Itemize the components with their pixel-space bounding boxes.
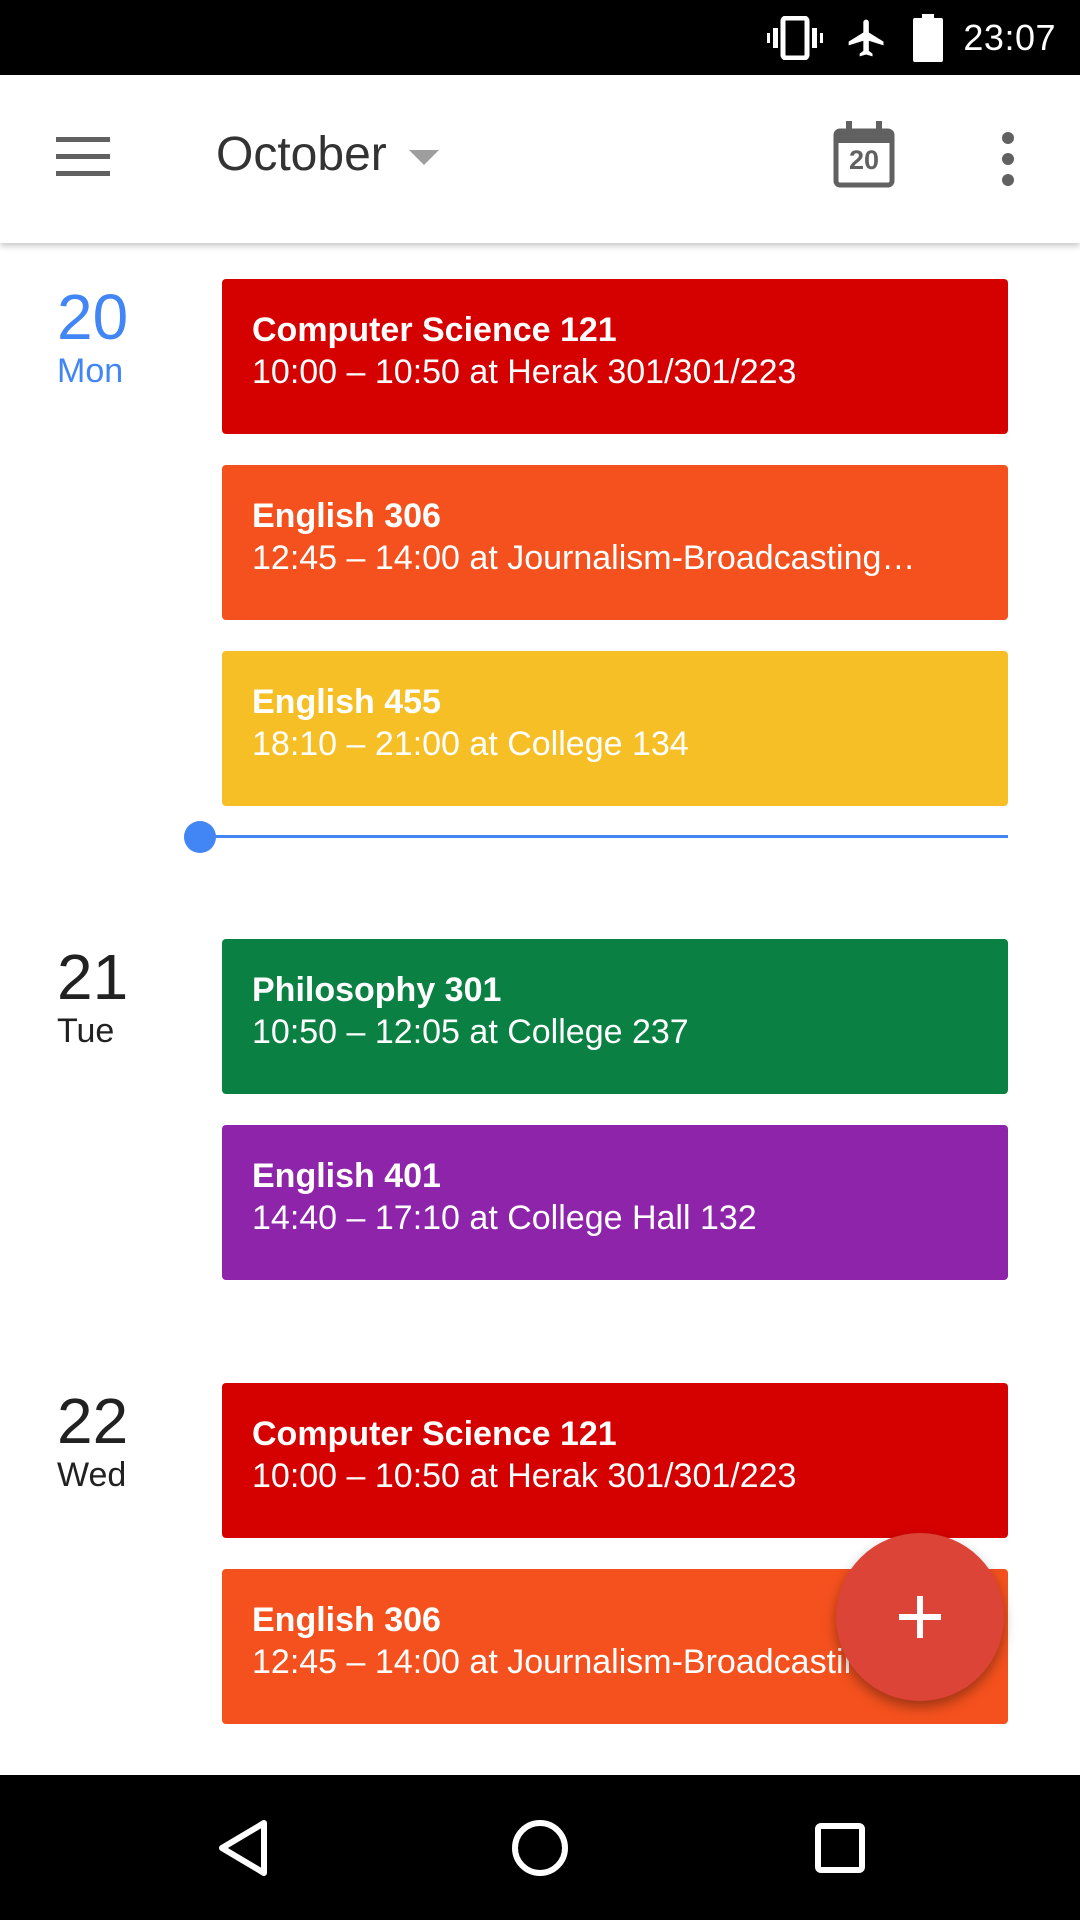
day-name: Tue [57,1012,115,1050]
event-title: English 401 [252,1157,441,1195]
menu-icon[interactable] [50,135,118,183]
dropdown-caret-icon [408,150,439,165]
event-title: English 455 [252,683,441,721]
event-card[interactable]: English 306 12:45 – 14:00 at Journalism-… [222,465,1008,620]
day-header: 21 Tue [57,945,128,1051]
event-detail: 10:00 – 10:50 at Herak 301/301/223 [252,353,797,391]
day-name: Mon [57,352,124,390]
event-card[interactable]: English 401 14:40 – 17:10 at College Hal… [222,1125,1008,1280]
day-number: 20 [57,281,129,353]
today-button[interactable]: 20 [832,121,896,189]
airplane-mode-icon [845,15,889,61]
event-detail: 18:10 – 21:00 at College 134 [252,725,689,763]
day-name: Wed [57,1456,127,1494]
battery-icon [913,13,944,62]
app-bar: October 20 [0,75,1080,243]
current-time-dot [184,821,216,853]
event-card[interactable]: English 455 18:10 – 21:00 at College 134 [222,651,1008,806]
home-button[interactable] [470,1775,610,1920]
status-time: 23:07 [963,16,1056,58]
event-detail: 10:50 – 12:05 at College 237 [252,1013,689,1051]
event-title: Computer Science 121 [252,1415,617,1453]
status-bar: 23:07 [0,0,1080,75]
event-title: English 306 [252,497,441,535]
event-detail: 10:00 – 10:50 at Herak 301/301/223 [252,1457,797,1495]
more-vert-icon[interactable] [990,132,1026,186]
event-detail: 14:40 – 17:10 at College Hall 132 [252,1199,757,1237]
vibrate-icon [767,15,824,60]
back-button[interactable] [172,1775,312,1920]
event-detail: 12:45 – 14:00 at Journalism-Broadcasting… [252,539,916,577]
home-icon [512,1819,568,1876]
status-icons: 23:07 [767,0,1080,75]
day-header: 22 Wed [57,1389,128,1495]
event-card[interactable]: Computer Science 121 10:00 – 10:50 at He… [222,1383,1008,1538]
day-number: 21 [57,941,129,1013]
navigation-bar [0,1775,1080,1920]
add-event-button[interactable] [836,1533,1004,1701]
event-title: Computer Science 121 [252,311,617,349]
recents-button[interactable] [770,1775,910,1920]
month-title: October [216,128,387,181]
event-title: Philosophy 301 [252,971,502,1009]
recents-icon [815,1822,865,1873]
today-date: 20 [848,145,880,175]
day-number: 22 [57,1385,129,1457]
back-icon [219,1819,267,1876]
month-selector[interactable]: October [216,127,439,182]
day-header: 20 Mon [57,285,128,391]
current-time-line [200,835,1008,838]
event-card[interactable]: Computer Science 121 10:00 – 10:50 at He… [222,279,1008,434]
event-card[interactable]: Philosophy 301 10:50 – 12:05 at College … [222,939,1008,1094]
